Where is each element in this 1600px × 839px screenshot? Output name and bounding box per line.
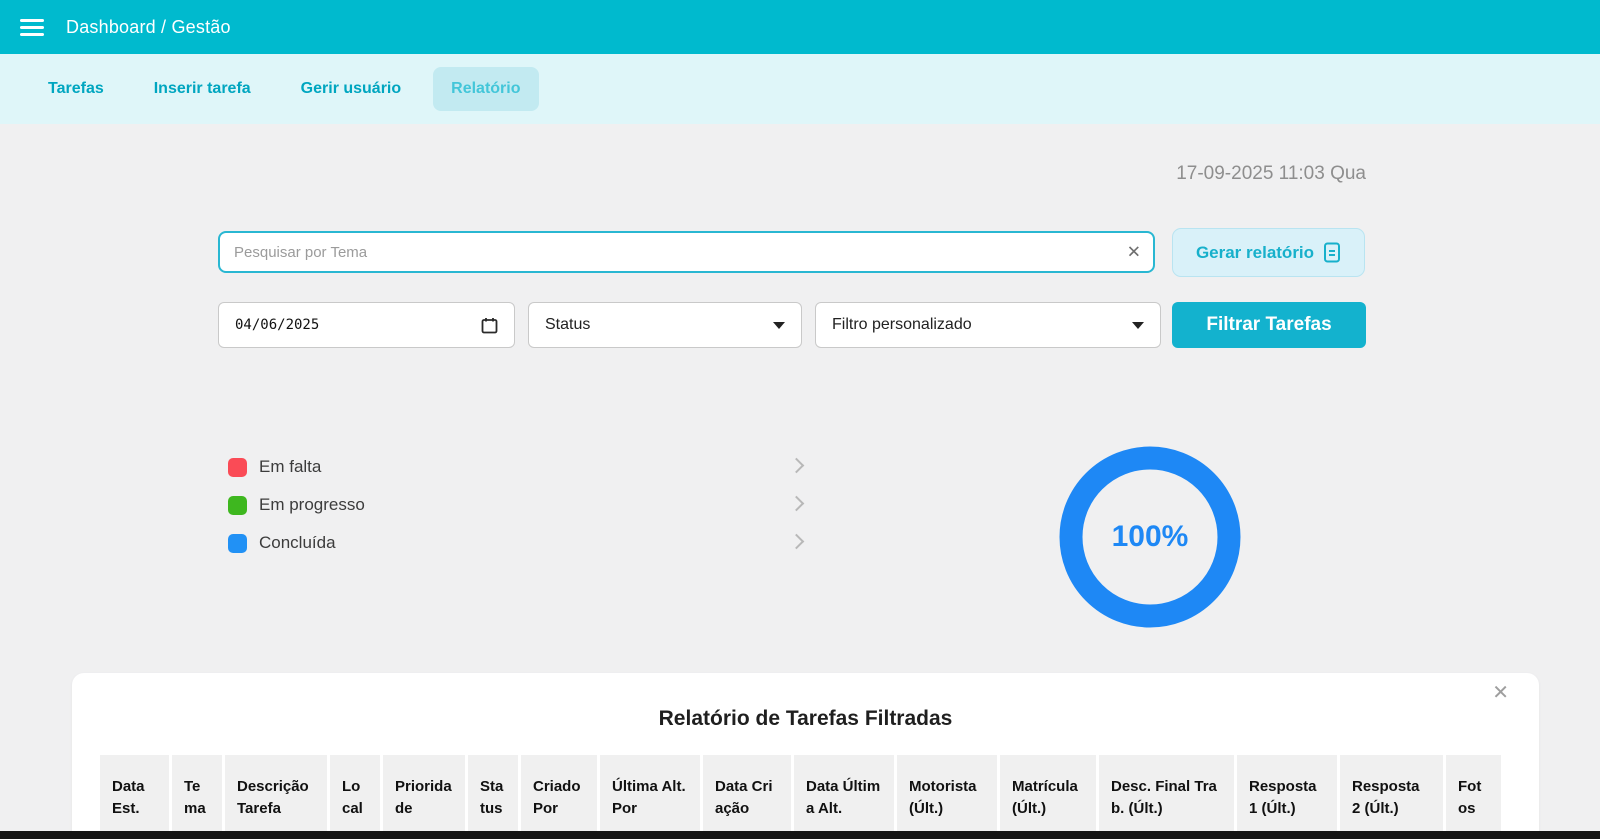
- filter-tasks-button[interactable]: Filtrar Tarefas: [1172, 302, 1366, 348]
- hamburger-menu-icon[interactable]: [20, 19, 44, 36]
- chevron-down-icon: [773, 322, 785, 329]
- date-value: 04/06/2025: [235, 317, 319, 333]
- column-header: Desc. Final Trab. (Últ.): [1099, 755, 1234, 839]
- report-table-header-row: Data Est. Tema Descrição Tarefa Local Pr…: [100, 755, 1501, 839]
- donut-percentage-label: 100%: [1058, 445, 1242, 629]
- column-header: Resposta 2 (Últ.): [1340, 755, 1443, 839]
- tab-gerir-usuario[interactable]: Gerir usuário: [283, 67, 419, 111]
- column-header: Data Última Alt.: [794, 755, 894, 839]
- column-header: Última Alt. Por: [600, 755, 700, 839]
- report-table: Data Est. Tema Descrição Tarefa Local Pr…: [97, 755, 1504, 839]
- tabbar: Tarefas Inserir tarefa Gerir usuário Rel…: [0, 54, 1600, 124]
- column-header: Motorista (Últ.): [897, 755, 997, 839]
- calendar-icon[interactable]: [481, 317, 498, 334]
- chevron-right-icon[interactable]: [789, 458, 805, 474]
- column-header: Matrícula (Últ.): [1000, 755, 1096, 839]
- tab-relatorio[interactable]: Relatório: [433, 67, 538, 111]
- legend-color-swatch: [228, 458, 247, 477]
- legend-item-em-progresso[interactable]: Em progresso: [228, 491, 806, 519]
- status-select[interactable]: Status: [528, 302, 802, 348]
- custom-filter-select[interactable]: Filtro personalizado: [815, 302, 1161, 348]
- report-panel: ✕ Relatório de Tarefas Filtradas Data Es…: [72, 673, 1539, 839]
- close-icon[interactable]: ✕: [1492, 683, 1509, 703]
- clear-search-icon[interactable]: ✕: [1127, 244, 1141, 261]
- page-title: Dashboard / Gestão: [66, 17, 231, 38]
- column-header: Resposta 1 (Últ.): [1237, 755, 1337, 839]
- generate-report-button[interactable]: Gerar relatório: [1172, 228, 1365, 277]
- column-header: Descrição Tarefa: [225, 755, 327, 839]
- chevron-right-icon[interactable]: [789, 496, 805, 512]
- generate-report-label: Gerar relatório: [1196, 243, 1314, 263]
- cropped-taskbar-strip: [0, 831, 1600, 839]
- column-header: Fotos: [1446, 755, 1501, 839]
- column-header: Status: [468, 755, 518, 839]
- legend-item-em-falta[interactable]: Em falta: [228, 453, 806, 481]
- custom-filter-value: Filtro personalizado: [832, 316, 972, 334]
- status-select-value: Status: [545, 316, 590, 334]
- legend-item-label: Em falta: [259, 457, 321, 477]
- tab-inserir-tarefa[interactable]: Inserir tarefa: [136, 67, 269, 111]
- search-field-wrap: ✕: [218, 231, 1155, 273]
- datetime-label: 17-09-2025 11:03 Qua: [1176, 163, 1366, 185]
- column-header: Local: [330, 755, 380, 839]
- date-input[interactable]: 04/06/2025: [218, 302, 515, 348]
- report-panel-title: Relatório de Tarefas Filtradas: [72, 707, 1539, 731]
- column-header: Criado Por: [521, 755, 597, 839]
- legend-color-swatch: [228, 496, 247, 515]
- legend-item-label: Em progresso: [259, 495, 365, 515]
- completion-donut-chart: 100%: [1058, 445, 1242, 629]
- tab-tarefas[interactable]: Tarefas: [30, 67, 122, 111]
- status-legend: Em falta Em progresso Concluída: [228, 453, 806, 567]
- legend-item-concluida[interactable]: Concluída: [228, 529, 806, 557]
- topbar: Dashboard / Gestão: [0, 0, 1600, 54]
- column-header: Data Criação: [703, 755, 791, 839]
- column-header: Tema: [172, 755, 222, 839]
- chevron-right-icon[interactable]: [789, 534, 805, 550]
- search-input[interactable]: [218, 231, 1155, 273]
- document-icon: [1323, 242, 1341, 263]
- legend-color-swatch: [228, 534, 247, 553]
- column-header: Prioridade: [383, 755, 465, 839]
- column-header: Data Est.: [100, 755, 169, 839]
- legend-item-label: Concluída: [259, 533, 336, 553]
- chevron-down-icon: [1132, 322, 1144, 329]
